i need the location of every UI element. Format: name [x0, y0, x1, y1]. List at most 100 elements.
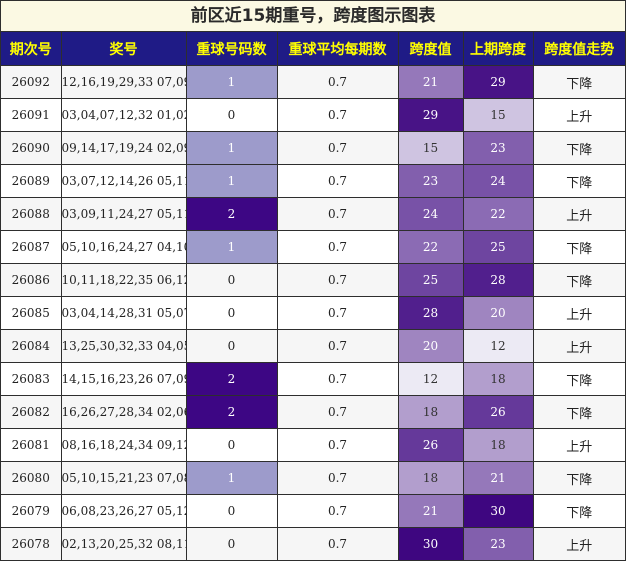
numbers-cell: 13,25,30,32,33 04,05 [60, 329, 187, 363]
issue-cell: 26088 [1, 197, 62, 231]
table-row: 26088 03,09,11,24,27 05,11 2 0.7 24 22 上升 [1, 197, 625, 231]
numbers-cell: 09,14,17,19,24 02,09 [60, 131, 187, 165]
table-row: 26083 14,15,16,23,26 07,09 2 0.7 12 18 下降 [1, 362, 625, 396]
repeat-average-cell: 0.7 [276, 329, 399, 363]
span-cell: 24 [397, 197, 464, 231]
numbers-cell: 06,08,23,26,27 05,12 [60, 494, 187, 528]
table-row: 26080 05,10,15,21,23 07,08 1 0.7 18 21 下降 [1, 461, 625, 495]
table-row: 26089 03,07,12,14,26 05,11 1 0.7 23 24 下降 [1, 164, 625, 198]
span-trend-cell: 上升 [532, 428, 625, 462]
numbers-cell: 05,10,15,21,23 07,08 [60, 461, 187, 495]
prev-span-cell: 28 [462, 263, 534, 297]
prev-span-cell: 29 [462, 65, 534, 99]
repeat-count-cell: 2 [185, 395, 278, 429]
span-cell: 18 [397, 461, 464, 495]
header-issue: 期次号 [1, 32, 62, 66]
repeat-count-cell: 1 [185, 164, 278, 198]
span-cell: 15 [397, 131, 464, 165]
table-row: 26090 09,14,17,19,24 02,09 1 0.7 15 23 下降 [1, 131, 625, 165]
chart-frame: 前区近15期重号，跨度图示图表 期次号 奖号 重球号码数 重球平均每期数 跨度值… [0, 0, 626, 561]
prev-span-cell: 24 [462, 164, 534, 198]
issue-cell: 26086 [1, 263, 62, 297]
span-trend-cell: 下降 [532, 362, 625, 396]
table-row: 26084 13,25,30,32,33 04,05 0 0.7 20 12 上升 [1, 329, 625, 363]
span-trend-cell: 下降 [532, 461, 625, 495]
prev-span-cell: 26 [462, 395, 534, 429]
numbers-cell: 03,04,14,28,31 05,07 [60, 296, 187, 330]
span-cell: 25 [397, 263, 464, 297]
repeat-count-cell: 1 [185, 461, 278, 495]
header-span-trend: 跨度值走势 [532, 32, 625, 66]
prev-span-cell: 22 [462, 197, 534, 231]
issue-cell: 26084 [1, 329, 62, 363]
span-trend-cell: 下降 [532, 395, 625, 429]
span-cell: 23 [397, 164, 464, 198]
repeat-average-cell: 0.7 [276, 494, 399, 528]
table-row: 26081 08,16,18,24,34 09,12 0 0.7 26 18 上升 [1, 428, 625, 462]
table-row: 26079 06,08,23,26,27 05,12 0 0.7 21 30 下降 [1, 494, 625, 528]
numbers-cell: 12,16,19,29,33 07,09 [60, 65, 187, 99]
numbers-cell: 16,26,27,28,34 02,06 [60, 395, 187, 429]
prev-span-cell: 18 [462, 428, 534, 462]
table-row: 26087 05,10,16,24,27 04,10 1 0.7 22 25 下降 [1, 230, 625, 264]
numbers-cell: 08,16,18,24,34 09,12 [60, 428, 187, 462]
repeat-average-cell: 0.7 [276, 362, 399, 396]
header-prev-span: 上期跨度 [462, 32, 534, 66]
span-cell: 28 [397, 296, 464, 330]
table-row: 26091 03,04,07,12,32 01,02 0 0.7 29 15 上升 [1, 98, 625, 132]
repeat-count-cell: 0 [185, 527, 278, 560]
repeat-count-cell: 0 [185, 494, 278, 528]
prev-span-cell: 23 [462, 527, 534, 560]
issue-cell: 26090 [1, 131, 62, 165]
span-trend-cell: 下降 [532, 65, 625, 99]
span-trend-cell: 下降 [532, 164, 625, 198]
repeat-count-cell: 1 [185, 230, 278, 264]
repeat-average-cell: 0.7 [276, 131, 399, 165]
issue-cell: 26079 [1, 494, 62, 528]
prev-span-cell: 30 [462, 494, 534, 528]
repeat-average-cell: 0.7 [276, 197, 399, 231]
span-cell: 20 [397, 329, 464, 363]
repeat-count-cell: 2 [185, 362, 278, 396]
span-cell: 18 [397, 395, 464, 429]
span-trend-cell: 上升 [532, 329, 625, 363]
span-trend-cell: 下降 [532, 131, 625, 165]
numbers-cell: 02,13,20,25,32 08,11 [60, 527, 187, 560]
table-row: 26082 16,26,27,28,34 02,06 2 0.7 18 26 下降 [1, 395, 625, 429]
table-row: 26086 10,11,18,22,35 06,12 0 0.7 25 28 下降 [1, 263, 625, 297]
span-trend-cell: 下降 [532, 230, 625, 264]
span-cell: 21 [397, 494, 464, 528]
chart-title: 前区近15期重号，跨度图示图表 [1, 1, 625, 32]
prev-span-cell: 12 [462, 329, 534, 363]
repeat-average-cell: 0.7 [276, 164, 399, 198]
repeat-average-cell: 0.7 [276, 461, 399, 495]
repeat-average-cell: 0.7 [276, 296, 399, 330]
repeat-average-cell: 0.7 [276, 230, 399, 264]
numbers-cell: 03,07,12,14,26 05,11 [60, 164, 187, 198]
data-table: 期次号 奖号 重球号码数 重球平均每期数 跨度值 上期跨度 跨度值走势 2609… [1, 32, 625, 560]
issue-cell: 26081 [1, 428, 62, 462]
span-trend-cell: 上升 [532, 527, 625, 560]
numbers-cell: 14,15,16,23,26 07,09 [60, 362, 187, 396]
repeat-average-cell: 0.7 [276, 65, 399, 99]
prev-span-cell: 23 [462, 131, 534, 165]
repeat-average-cell: 0.7 [276, 395, 399, 429]
table-body: 26092 12,16,19,29,33 07,09 1 0.7 21 29 下降 26091… [1, 65, 625, 560]
issue-cell: 26089 [1, 164, 62, 198]
span-trend-cell: 下降 [532, 263, 625, 297]
repeat-count-cell: 1 [185, 131, 278, 165]
repeat-count-cell: 2 [185, 197, 278, 231]
issue-cell: 26082 [1, 395, 62, 429]
repeat-count-cell: 0 [185, 296, 278, 330]
table-row: 26078 02,13,20,25,32 08,11 0 0.7 30 23 上升 [1, 527, 625, 560]
span-cell: 30 [397, 527, 464, 560]
issue-cell: 26085 [1, 296, 62, 330]
span-trend-cell: 下降 [532, 494, 625, 528]
numbers-cell: 05,10,16,24,27 04,10 [60, 230, 187, 264]
header-row: 期次号 奖号 重球号码数 重球平均每期数 跨度值 上期跨度 跨度值走势 [1, 32, 625, 66]
prev-span-cell: 18 [462, 362, 534, 396]
table-row: 26092 12,16,19,29,33 07,09 1 0.7 21 29 下降 [1, 65, 625, 99]
numbers-cell: 03,09,11,24,27 05,11 [60, 197, 187, 231]
repeat-count-cell: 1 [185, 65, 278, 99]
issue-cell: 26080 [1, 461, 62, 495]
